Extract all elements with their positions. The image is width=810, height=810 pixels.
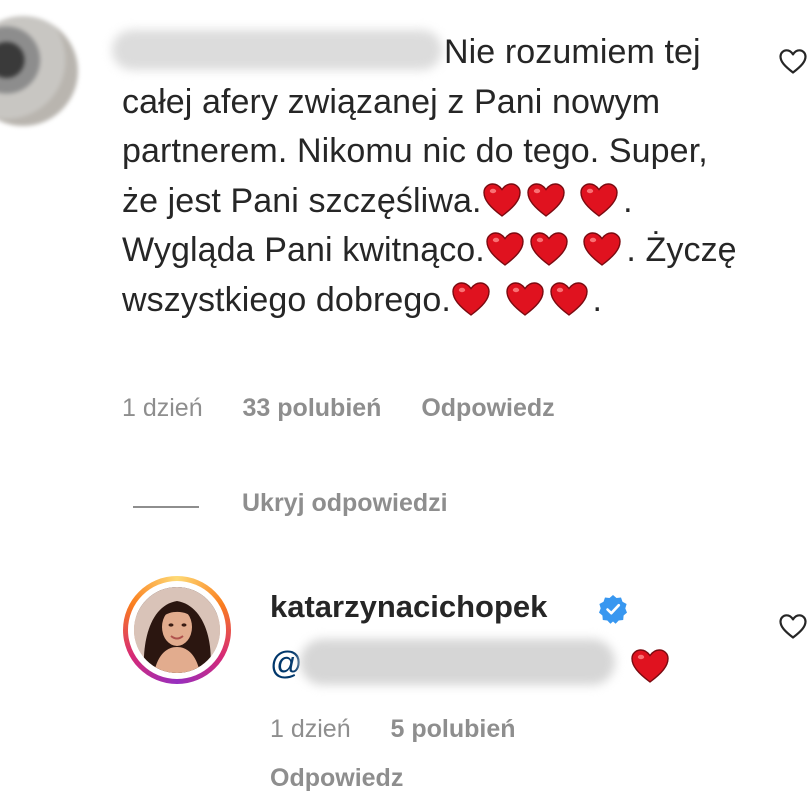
comment-likes-link[interactable]: 33 polubień [243, 394, 382, 422]
like-reply-button[interactable] [778, 612, 808, 640]
red-heart-emoji [630, 648, 670, 684]
comment-ending: . [592, 280, 603, 319]
red-heart-emoji [582, 231, 622, 267]
comment-reply-button[interactable]: Odpowiedz [421, 394, 554, 422]
red-heart-emoji [505, 281, 545, 317]
reply-meta: 1 dzień 5 polubień [270, 715, 516, 744]
comment-text: Nie rozumiem tej całej afery związanej z… [122, 28, 742, 325]
profile-photo [134, 587, 220, 673]
blurred-mention-username [300, 639, 615, 685]
reply-reply-row: Odpowiedz [270, 764, 403, 793]
commenter-avatar[interactable] [0, 16, 78, 126]
red-heart-emoji [526, 182, 566, 218]
red-heart-emoji [529, 231, 569, 267]
red-heart-emoji [482, 182, 522, 218]
comment-body-text: całej afery związanej z Pani nowym partn… [122, 82, 708, 220]
reply-avatar[interactable] [134, 587, 220, 673]
red-heart-emoji [485, 231, 525, 267]
comment-meta: 1 dzień 33 polubień Odpowiedz [122, 394, 555, 423]
reply-likes-link[interactable]: 5 polubień [391, 715, 516, 743]
reply-reply-button[interactable]: Odpowiedz [270, 764, 403, 792]
reply-time: 1 dzień [270, 715, 351, 743]
red-heart-emoji [549, 281, 589, 317]
like-comment-button[interactable] [778, 47, 808, 75]
heart-outline-icon [779, 614, 807, 639]
comment-time: 1 dzień [122, 394, 203, 422]
comment-lead-text: Nie rozumiem tej [444, 33, 701, 71]
reply-username[interactable]: katarzynacichopek [270, 589, 547, 625]
red-heart-emoji [579, 182, 619, 218]
hide-replies-button[interactable]: Ukryj odpowiedzi [242, 489, 448, 518]
mention-link[interactable]: @ [270, 645, 302, 682]
verified-badge-icon [598, 594, 628, 624]
replies-divider-line [133, 506, 199, 508]
heart-outline-icon [779, 49, 807, 74]
red-heart-emoji [451, 281, 491, 317]
